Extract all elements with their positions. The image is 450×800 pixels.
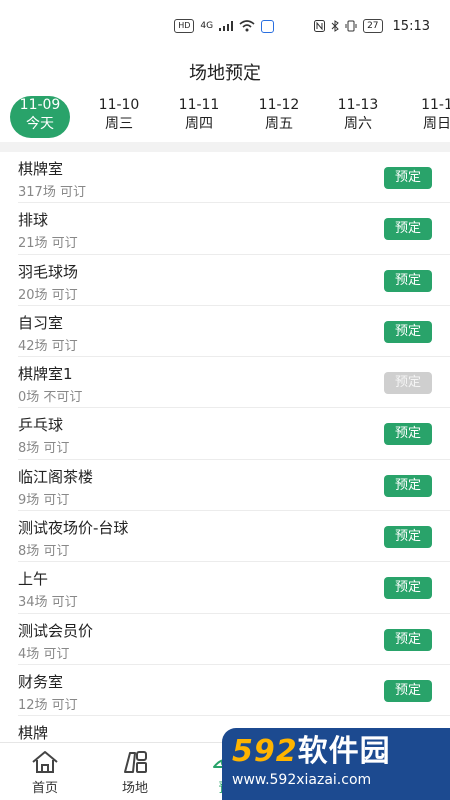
book-button[interactable]: 预定 <box>384 218 432 241</box>
watermark-logo: 592软件园 www.592xiazai.com <box>222 728 450 800</box>
venue-name: 排球 <box>18 211 49 230</box>
venue-name: 自习室 <box>18 313 64 332</box>
network-label: 4G <box>200 21 214 31</box>
book-button[interactable]: 预定 <box>384 167 432 189</box>
venue-name: 测试夜场价-台球 <box>18 519 129 538</box>
book-button[interactable]: 预定 <box>384 423 432 446</box>
venue-availability: 8场 可订 <box>18 544 70 560</box>
book-button-disabled: 预定 <box>384 372 432 395</box>
date-label: 11-11 <box>178 97 220 113</box>
weekday-label: 周五 <box>265 116 293 132</box>
list-item[interactable]: 排球 21场 可订 预定 <box>18 203 450 255</box>
date-tab[interactable]: 11-11 周四 <box>168 96 230 138</box>
section-divider <box>0 142 450 152</box>
status-left: HD 4G <box>174 19 275 33</box>
book-button[interactable]: 预定 <box>384 577 432 600</box>
signal-icon <box>219 21 234 31</box>
book-button[interactable]: 预定 <box>384 628 432 651</box>
status-right: 27 15:13 <box>314 19 430 34</box>
battery-icon: 27 <box>363 19 383 33</box>
venue-name: 测试会员价 <box>18 621 94 640</box>
hd-badge: HD <box>174 19 195 33</box>
weekday-label: 周三 <box>105 116 133 132</box>
book-button[interactable]: 预定 <box>384 526 432 549</box>
venue-availability: 12场 可订 <box>18 697 78 713</box>
book-button[interactable]: 预定 <box>384 320 432 343</box>
venue-availability: 21场 可订 <box>18 236 78 252</box>
page-title: 场地预定 <box>189 63 261 84</box>
weekday-label: 周四 <box>185 116 213 132</box>
vibrate-icon <box>345 20 357 32</box>
date-label: 11-09 <box>19 97 61 113</box>
tab-venue[interactable]: 场地 <box>90 743 180 800</box>
date-label: 11-1 <box>421 97 450 113</box>
book-button[interactable]: 预定 <box>384 679 432 702</box>
shield-icon <box>261 19 275 33</box>
weekday-label: 周日 <box>423 116 450 132</box>
list-item[interactable]: 测试夜场价-台球 8场 可订 预定 <box>18 511 450 563</box>
date-tab[interactable]: 11-12 周五 <box>248 96 310 138</box>
tab-label: 首页 <box>31 781 58 796</box>
tab-home[interactable]: 首页 <box>0 743 90 800</box>
venue-name: 羽毛球场 <box>18 262 79 281</box>
venue-availability: 0场 不可订 <box>18 390 83 406</box>
list-item[interactable]: 棋牌室 317场 可订 预定 <box>18 152 450 204</box>
venue-name: 上午 <box>18 570 49 589</box>
watermark-title: 592软件园 <box>232 734 440 770</box>
venue-name: 财务室 <box>18 672 64 691</box>
list-item[interactable]: 乒乓球 8场 可订 预定 <box>18 408 450 460</box>
status-time: 15:13 <box>392 18 430 34</box>
wifi-icon <box>239 20 255 32</box>
list-item[interactable]: 上午 34场 可订 预定 <box>18 562 450 614</box>
date-tab-today[interactable]: 11-09 今天 <box>10 96 70 138</box>
list-item[interactable]: 临江阁茶楼 9场 可订 预定 <box>18 460 450 512</box>
date-tab[interactable]: 11-13 周六 <box>327 96 389 138</box>
venue-availability: 42场 可订 <box>18 338 78 354</box>
date-tab[interactable]: 11-1 周日 <box>406 96 450 138</box>
list-item[interactable]: 羽毛球场 20场 可订 预定 <box>18 255 450 306</box>
venue-availability: 34场 可订 <box>18 595 78 611</box>
tab-label: 场地 <box>121 781 148 796</box>
venue-icon <box>124 751 147 773</box>
nfc-icon <box>314 20 326 32</box>
bluetooth-icon <box>331 20 339 32</box>
watermark-text: 软件园 <box>297 734 391 769</box>
weekday-label: 周六 <box>344 116 372 132</box>
venue-name: 棋牌室 <box>18 160 64 178</box>
list-item[interactable]: 测试会员价 4场 可订 预定 <box>18 614 450 665</box>
venue-list: 棋牌室 317场 可订 预定 排球 21场 可订 预定 羽毛球场 20场 可订 … <box>0 152 450 768</box>
watermark-number: 592 <box>232 734 298 769</box>
list-item[interactable]: 自习室 42场 可订 预定 <box>18 306 450 358</box>
weekday-label: 今天 <box>26 116 54 132</box>
book-button[interactable]: 预定 <box>384 269 432 292</box>
venue-availability: 20场 可订 <box>18 287 78 303</box>
date-tab[interactable]: 11-10 周三 <box>88 96 150 138</box>
list-item[interactable]: 财务室 12场 可订 预定 <box>18 665 450 717</box>
watermark-url: www.592xiazai.com <box>232 772 372 788</box>
title-bar: 场地预定 <box>0 52 450 92</box>
venue-name: 棋牌 <box>18 724 49 743</box>
venue-availability: 9场 可订 <box>18 492 70 508</box>
date-label: 11-12 <box>258 97 300 113</box>
venue-name: 棋牌室1 <box>18 365 73 384</box>
date-label: 11-10 <box>98 97 140 113</box>
venue-name: 乒乓球 <box>18 416 64 435</box>
book-button[interactable]: 预定 <box>384 474 432 497</box>
venue-availability: 4场 可订 <box>18 646 70 662</box>
venue-name: 临江阁茶楼 <box>18 467 94 486</box>
date-selector[interactable]: 11-09 今天 11-10 周三 11-11 周四 11-12 周五 11-1… <box>0 92 450 142</box>
status-bar: HD 4G 27 15:13 <box>0 0 450 52</box>
home-icon <box>32 751 58 773</box>
venue-availability: 317场 可订 <box>18 185 86 200</box>
date-label: 11-13 <box>337 97 379 113</box>
list-item[interactable]: 棋牌室1 0场 不可订 预定 <box>18 357 450 409</box>
venue-availability: 8场 可订 <box>18 441 70 457</box>
